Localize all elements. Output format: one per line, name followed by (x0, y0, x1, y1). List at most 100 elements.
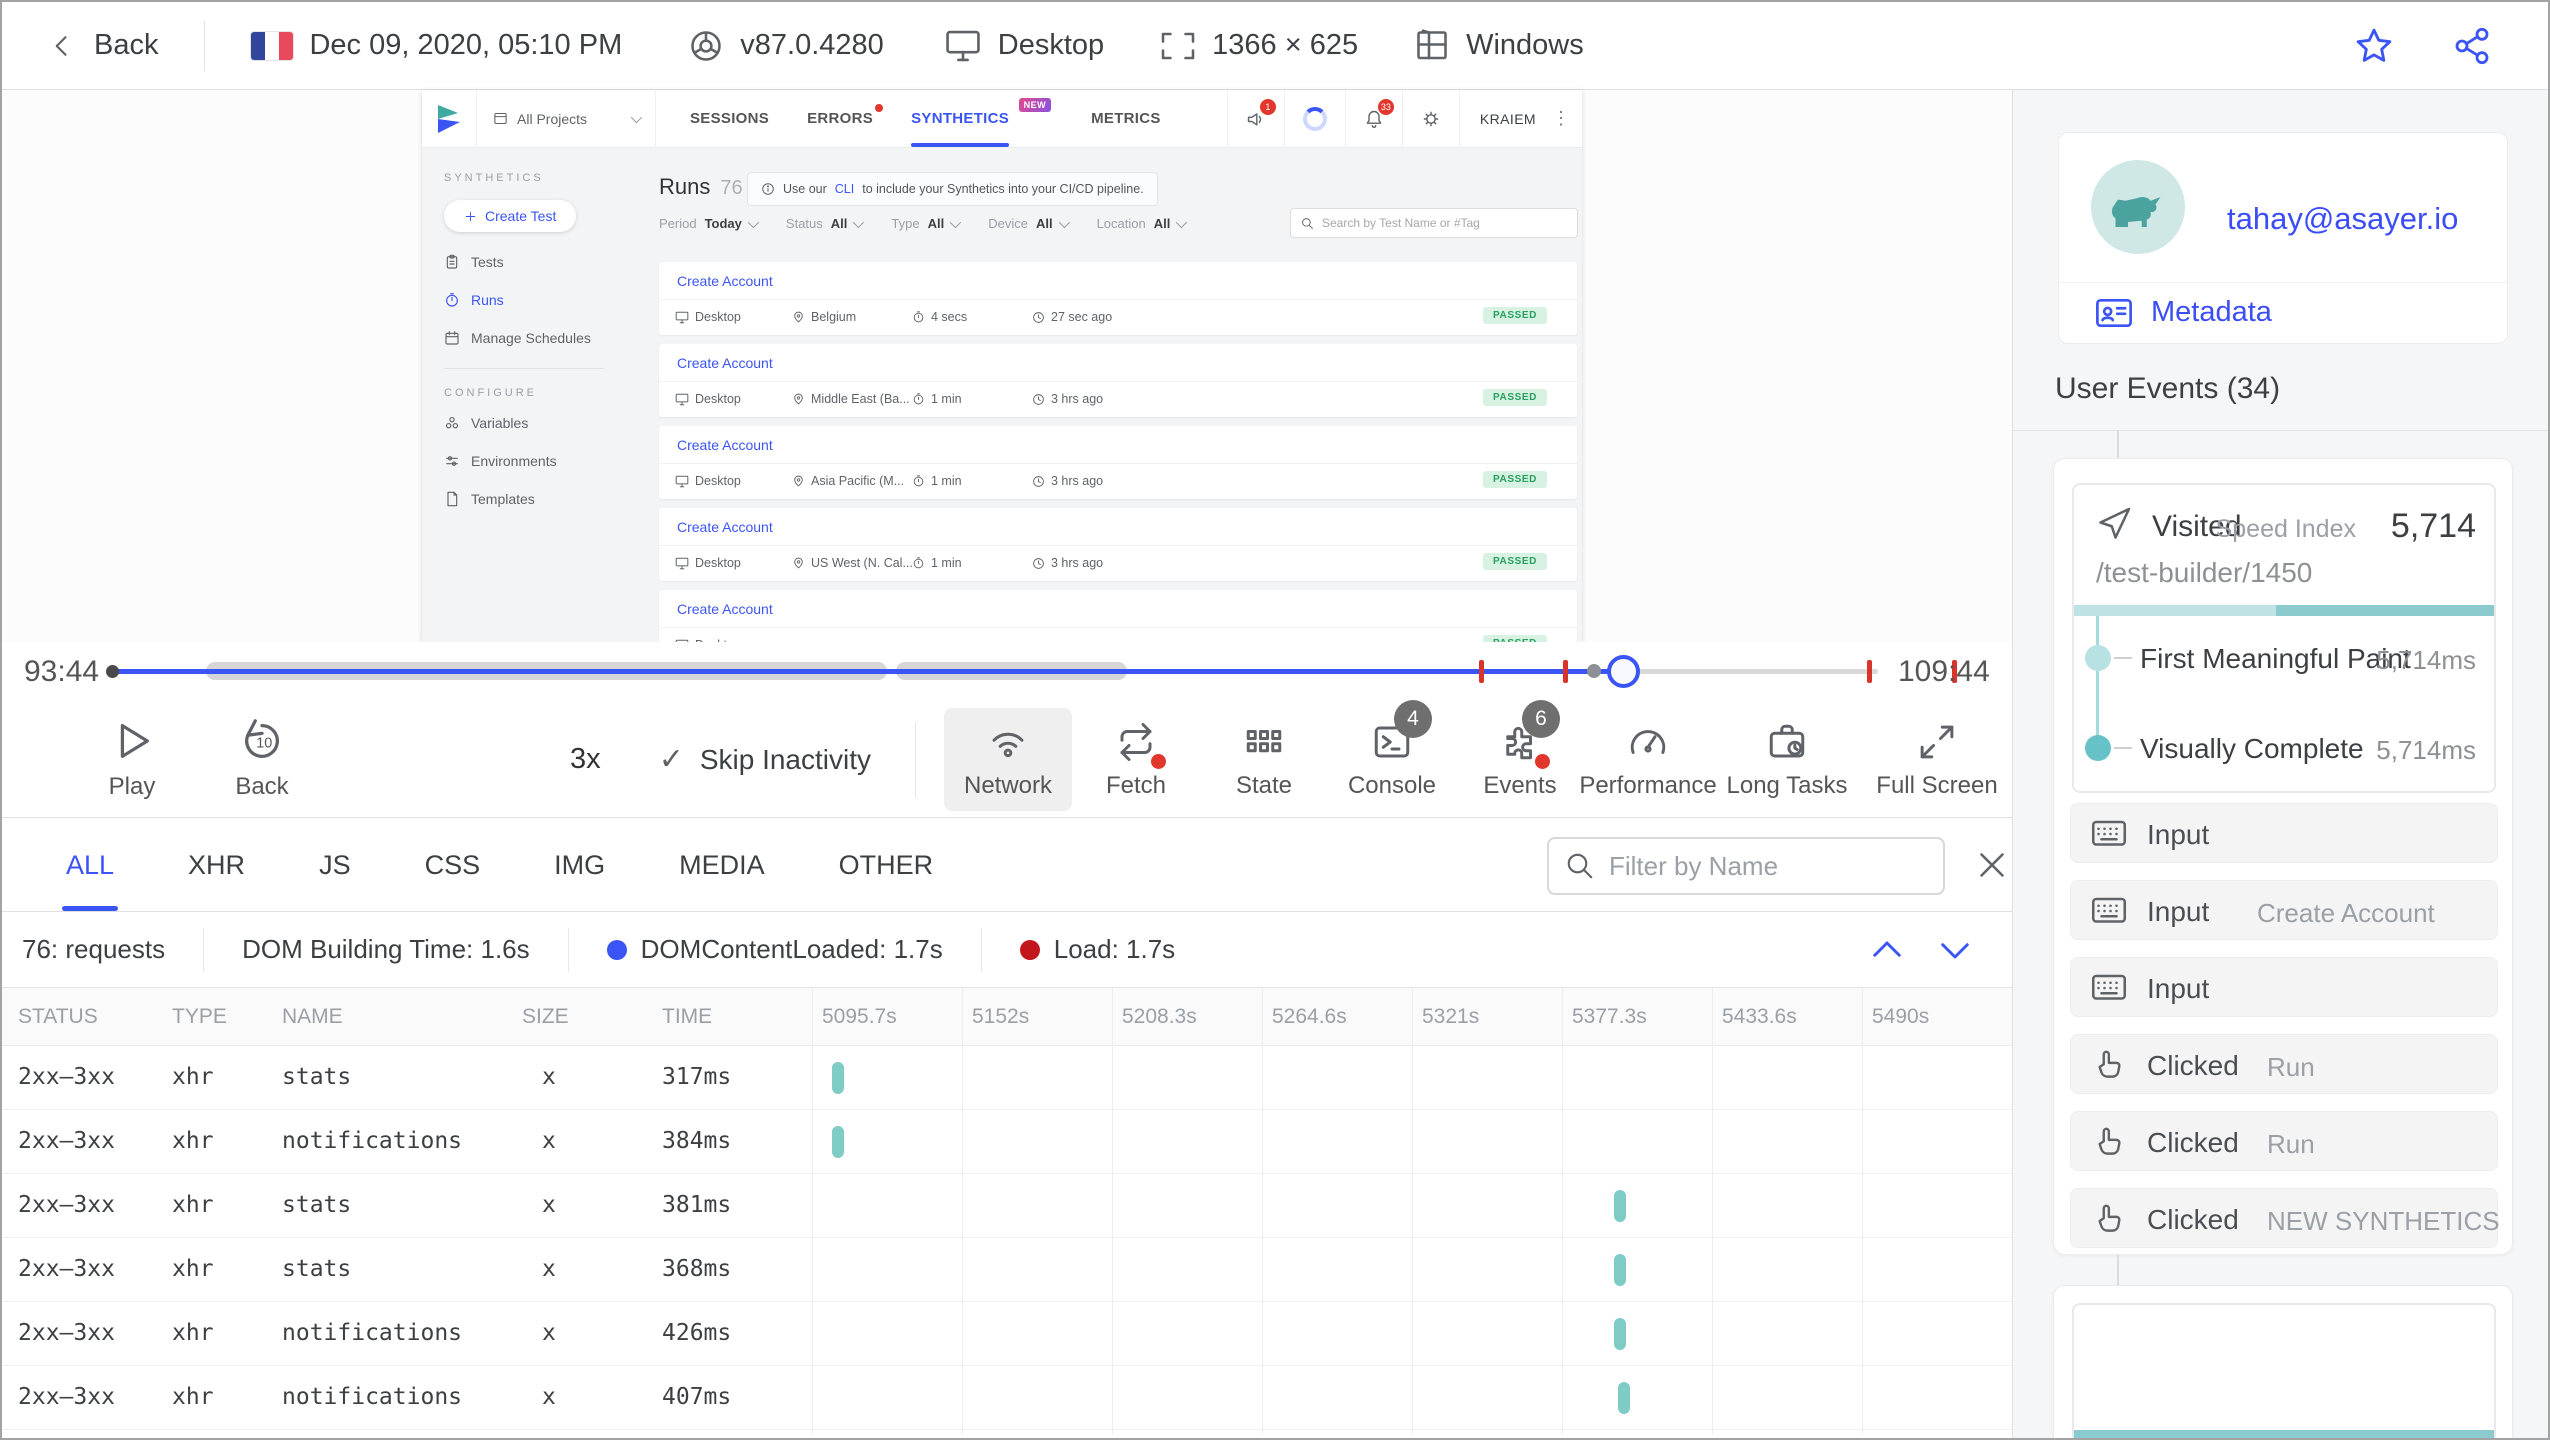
create-test-button[interactable]: Create Test (444, 200, 577, 232)
tab-img-label: IMG (554, 849, 606, 880)
cell-size: x (542, 1064, 556, 1090)
favorite-star-icon[interactable] (2354, 26, 2394, 66)
filter-period[interactable]: Period Today (659, 216, 759, 231)
panel-fetch-button[interactable]: Fetch (1072, 708, 1200, 811)
run-card[interactable]: Create Account Desktop Belgium 4 secs 27… (659, 262, 1577, 335)
run-card[interactable]: Create Account Desktop Asia Pacific (M..… (659, 426, 1577, 499)
event-item-input[interactable]: Input (2070, 957, 2498, 1017)
timeline-track[interactable] (106, 655, 1957, 688)
tab-xhr[interactable]: XHR (188, 819, 245, 911)
user-menu[interactable]: KRAIEM (1458, 90, 1550, 147)
tab-js[interactable]: JS (319, 819, 351, 911)
filter-device[interactable]: Device All (988, 216, 1070, 231)
run-title-link[interactable]: Create Account (677, 355, 773, 371)
sidebar-item-schedules-label: Manage Schedules (471, 330, 591, 346)
event-marker[interactable] (1867, 660, 1873, 683)
run-card[interactable]: Create Account Desktop US West (N. Cal..… (659, 508, 1577, 581)
visited-event-card[interactable]: Visited Speed Index 5,714 /test-builder/… (2072, 483, 2496, 793)
visited-event-card-partial[interactable] (2072, 1303, 2496, 1438)
request-row[interactable]: 2xx–3xx xhr stats x 381ms (2, 1174, 2012, 1238)
visited-progress-bar (2074, 1430, 2494, 1438)
play-button[interactable]: Play (80, 718, 184, 801)
panel-events-label: Events (1483, 772, 1557, 799)
panel-network-button[interactable]: Network (944, 708, 1072, 811)
tab-metrics[interactable]: METRICS (1091, 90, 1161, 147)
back-button[interactable]: Back (48, 29, 158, 62)
waterfall-cell (812, 1110, 2012, 1174)
tab-css[interactable]: CSS (425, 819, 481, 911)
run-title-link[interactable]: Create Account (677, 273, 773, 289)
sidebar-item-variables[interactable]: Variables (444, 415, 652, 431)
announcements-button[interactable]: 1 (1226, 90, 1284, 147)
run-duration: 1 min (912, 464, 962, 498)
back-10-button[interactable]: 10 Back (210, 718, 314, 801)
request-row[interactable]: 2xx–3xx xhr notifications x 407ms (2, 1366, 2012, 1430)
tab-other[interactable]: OTHER (839, 819, 934, 911)
event-item-clicked[interactable]: Clicked Run (2070, 1034, 2498, 1094)
playhead-handle[interactable] (1606, 655, 1640, 688)
tab-media[interactable]: MEDIA (679, 819, 765, 911)
event-item-clicked[interactable]: Clicked Run (2070, 1111, 2498, 1171)
tab-all[interactable]: ALL (61, 819, 119, 911)
event-item-clicked[interactable]: Clicked NEW SYNTHETICS (2070, 1188, 2500, 1248)
panel-network-label: Network (963, 772, 1053, 799)
settings-button[interactable] (1401, 90, 1459, 147)
tab-img[interactable]: IMG (554, 819, 605, 911)
panel-console-label: Console (1347, 772, 1437, 799)
sidebar-item-schedules[interactable]: Manage Schedules (444, 330, 652, 346)
notifications-button[interactable]: 33 (1344, 90, 1402, 147)
share-icon[interactable] (2452, 26, 2492, 66)
speed-toggle[interactable]: 3x (570, 743, 601, 776)
event-item-input[interactable]: Input Create Account (2070, 880, 2498, 940)
panel-performance-button[interactable]: Performance (1579, 708, 1717, 811)
request-row[interactable]: 2xx–3xx xhr notifications x 426ms (2, 1302, 2012, 1366)
fmp-label: First Meaningful Paint (2140, 643, 2411, 674)
plus-icon (465, 211, 476, 221)
sidebar-item-environments[interactable]: Environments (444, 453, 652, 469)
event-marker[interactable] (1478, 660, 1484, 683)
project-selector[interactable]: All Projects (476, 90, 656, 147)
tab-sessions[interactable]: SESSIONS (690, 90, 769, 147)
panel-events-button[interactable]: 6 Events (1456, 700, 1584, 811)
check-icon: ✓ (658, 743, 684, 776)
panel-console-button[interactable]: 4 Console (1328, 700, 1456, 811)
filter-type[interactable]: Type All (891, 216, 962, 231)
tab-synthetics[interactable]: SYNTHETICS NEW (911, 90, 1052, 147)
sidebar-item-tests[interactable]: Tests (444, 254, 652, 270)
event-marker[interactable] (1563, 660, 1569, 683)
run-card[interactable]: Create Account Desktop PASSED (659, 590, 1577, 642)
run-title-link[interactable]: Create Account (677, 437, 773, 453)
skip-inactivity-toggle[interactable]: ✓ Skip Inactivity (659, 742, 871, 777)
panel-long-tasks-button[interactable]: Long Tasks (1712, 708, 1862, 811)
visited-progress-dark (2275, 605, 2494, 616)
run-title-link[interactable]: Create Account (677, 519, 773, 535)
sidebar-item-templates[interactable]: Templates (444, 491, 652, 507)
cli-link[interactable]: CLI (835, 182, 854, 196)
event-item-input[interactable]: Input (2070, 803, 2498, 863)
kebab-menu-icon[interactable]: ⋮ (1550, 108, 1582, 129)
chevron-down-icon (853, 216, 865, 228)
replay-stage: All Projects SESSIONS ERRORS SYNTHETICS N… (2, 90, 2012, 642)
filter-by-name-input[interactable]: Filter by Name (1547, 837, 1945, 895)
status-badge: PASSED (1483, 389, 1547, 406)
run-title-link[interactable]: Create Account (677, 601, 773, 617)
user-email[interactable]: tahay@asayer.io (2227, 201, 2458, 237)
run-card[interactable]: Create Account Desktop Middle East (Ba..… (659, 344, 1577, 417)
cell-name: notifications (282, 1320, 463, 1346)
filter-status[interactable]: Status All (786, 216, 865, 231)
tab-errors[interactable]: ERRORS (807, 90, 884, 147)
full-screen-button[interactable]: Full Screen (1862, 708, 2012, 811)
request-row[interactable]: 2xx–3xx xhr stats x 368ms (2, 1238, 2012, 1302)
panel-state-button[interactable]: State (1200, 708, 1328, 811)
runs-search-input[interactable]: Search by Test Name or #Tag (1290, 208, 1578, 238)
chevron-up-icon[interactable] (1866, 929, 1908, 971)
request-row[interactable]: 2xx–3xx xhr stats x 317ms (2, 1046, 2012, 1110)
metadata-button[interactable]: Metadata (2095, 296, 2272, 329)
request-row[interactable]: 2xx–3xx xhr notifications x 384ms (2, 1110, 2012, 1174)
run-time-ago: 3 hrs ago (1032, 382, 1103, 416)
loading-indicator (1283, 90, 1345, 147)
chevron-down-icon[interactable] (1934, 929, 1976, 971)
sidebar-item-runs[interactable]: Runs (444, 292, 652, 308)
filter-location[interactable]: Location All (1097, 216, 1188, 231)
close-panel-button[interactable] (1974, 847, 2010, 883)
